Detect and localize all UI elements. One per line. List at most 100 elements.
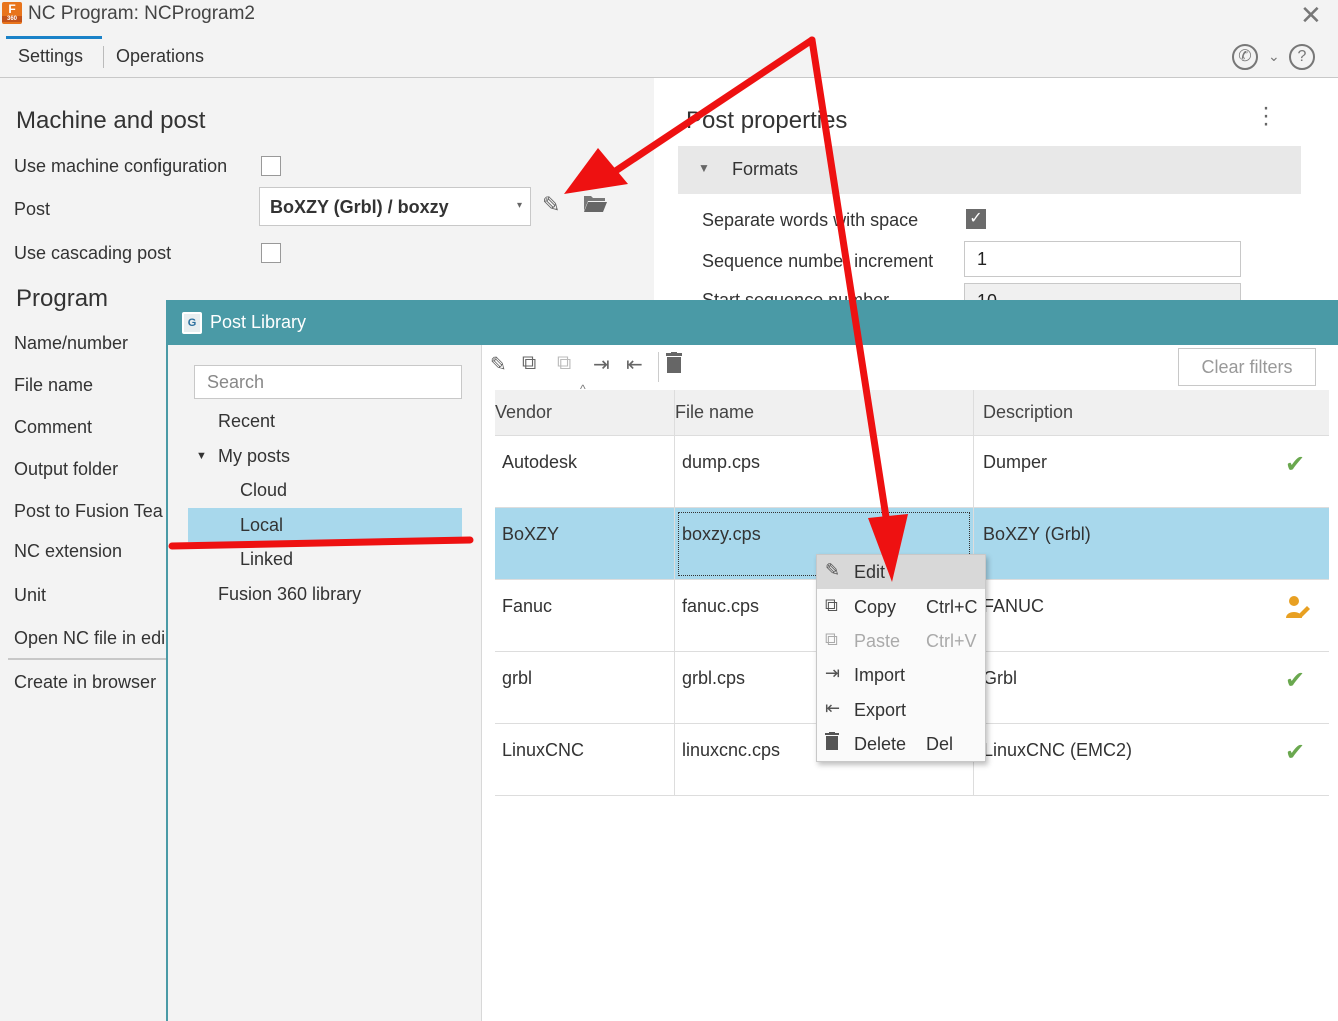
pencil-icon: ✎ [825,560,841,580]
post-select-value: BoXZY (Grbl) / boxzy [270,197,449,217]
table-header: Vendor File name Description [495,390,1329,436]
fusion-app-icon: F 360 [2,2,22,24]
post-select[interactable]: BoXZY (Grbl) / boxzy ▾ [259,187,531,226]
sequence-increment-label: Sequence number increment [702,251,934,271]
help-icon[interactable]: ? [1289,44,1315,70]
column-description[interactable]: Description [983,402,1073,423]
menu-item-copy[interactable]: ⧉ Copy Ctrl+C [817,590,985,624]
search-input[interactable]: Search [194,365,462,399]
tab-settings[interactable]: Settings [18,46,83,67]
post-to-fusion-team-label: Post to Fusion Tea [14,501,163,521]
toolbar-paste-icon[interactable]: ⧉ [557,352,571,375]
tree-item-fusion-library[interactable]: Fusion 360 library [218,584,361,605]
column-divider [674,390,675,796]
trash-icon [825,732,839,755]
formats-label: Formats [732,159,799,179]
cell-description: FANUC [983,596,1045,616]
file-name-label: File name [14,375,94,395]
menu-item-import[interactable]: ⇥ Import [817,658,985,692]
menu-item-export[interactable]: ⇤ Export [817,693,985,727]
dialog-title: Post Library [210,312,307,332]
dropdown-caret-icon: ▾ [516,200,522,211]
tab-bar: Settings Operations ✆ ⌄ ? [0,36,1338,78]
dialog-title-bar: G Post Library [168,300,1338,345]
cell-file: linuxcnc.cps [682,740,781,760]
menu-item-edit[interactable]: ✎ Edit [817,555,985,589]
tree-selection-highlight [188,508,462,542]
toolbar-copy-icon[interactable]: ⧉ [522,352,536,375]
tree-item-my-posts[interactable]: My posts [218,446,290,467]
cell-vendor: Fanuc [502,596,553,616]
menu-label: Paste [854,631,901,651]
tree-item-linked[interactable]: Linked [240,549,293,570]
toolbar-export-icon[interactable]: ⇤ [626,352,643,377]
check-icon: ✔ [1285,667,1306,694]
active-tab-indicator [6,36,102,39]
separate-words-label: Separate words with space [702,210,919,230]
use-machine-config-label: Use machine configuration [14,156,228,176]
phone-icon[interactable]: ✆ [1232,44,1258,70]
open-folder-icon[interactable] [582,192,608,220]
more-options-icon[interactable]: · · · [1262,96,1270,136]
cell-file: dump.cps [682,452,761,472]
name-number-label: Name/number [14,333,129,353]
copy-icon: ⧉ [825,595,838,615]
create-in-browser-label: Create in browser [14,672,157,692]
tab-operations[interactable]: Operations [116,46,204,67]
library-tree-panel: Search Recent ▼ My posts Cloud Local Lin… [168,345,482,1021]
clear-filters-button[interactable]: Clear filters [1178,348,1316,386]
tree-item-recent[interactable]: Recent [218,411,275,432]
formats-group-header[interactable]: ▼ Formats [678,146,1301,194]
tree-item-local[interactable]: Local [240,515,283,536]
check-icon: ✔ [1285,451,1306,478]
column-vendor[interactable]: Vendor [495,402,552,423]
menu-shortcut: Ctrl+C [926,597,978,617]
menu-item-paste[interactable]: ⧉ Paste Ctrl+V [817,624,985,658]
cell-vendor: Autodesk [502,452,578,472]
title-bar: F 360 NC Program: NCProgram2 ✕ [0,0,1338,32]
cell-description: Dumper [983,452,1048,472]
use-machine-config-checkbox[interactable] [261,156,281,176]
menu-label: Copy [854,597,897,617]
open-nc-file-label: Open NC file in edi [14,628,166,648]
menu-label: Delete [854,734,907,754]
menu-shortcut: Del [926,734,954,754]
chevron-down-icon[interactable]: ⌄ [1268,48,1280,65]
separate-words-checkbox[interactable]: ✓ [966,209,986,229]
toolbar-import-icon[interactable]: ⇥ [593,352,610,377]
edit-post-pencil-icon[interactable]: ✎ [542,192,560,218]
cell-vendor: grbl [502,668,533,688]
tree-item-cloud[interactable]: Cloud [240,480,287,501]
section-divider [8,658,168,660]
program-title: Program [16,285,109,312]
close-icon[interactable]: ✕ [1300,0,1322,31]
toolbar-separator [658,352,659,382]
cell-file: fanuc.cps [682,596,760,616]
menu-item-delete[interactable]: Delete Del [817,727,985,761]
post-properties-title: Post properties [686,107,848,134]
toolbar-delete-icon[interactable] [666,352,682,380]
menu-label: Export [854,700,907,720]
unit-label: Unit [14,585,47,605]
collapse-triangle-icon: ▼ [698,161,710,175]
cell-vendor: BoXZY [502,524,560,544]
window-title: NC Program: NCProgram2 [28,3,255,24]
nc-extension-label: NC extension [14,541,123,561]
paste-icon: ⧉ [825,629,838,649]
import-icon: ⇥ [825,663,841,683]
post-label: Post [14,199,51,219]
export-icon: ⇤ [825,698,841,718]
toolbar-edit-icon[interactable]: ✎ [490,352,507,377]
user-edit-icon [1285,594,1311,626]
menu-shortcut: Ctrl+V [926,631,977,651]
post-library-icon: G [182,312,202,334]
cell-description: BoXZY (Grbl) [983,524,1091,544]
tab-separator [103,46,104,68]
table-row[interactable]: Autodesk dump.cps Dumper ✔ [495,436,1329,508]
column-file-name[interactable]: File name [675,402,754,423]
post-library-dialog: G Post Library Search Recent ▼ My posts … [166,300,1338,1021]
comment-label: Comment [14,417,93,437]
expand-triangle-icon[interactable]: ▼ [196,450,207,462]
use-cascading-post-checkbox[interactable] [261,243,281,263]
sequence-increment-input[interactable]: 1 [964,241,1241,277]
